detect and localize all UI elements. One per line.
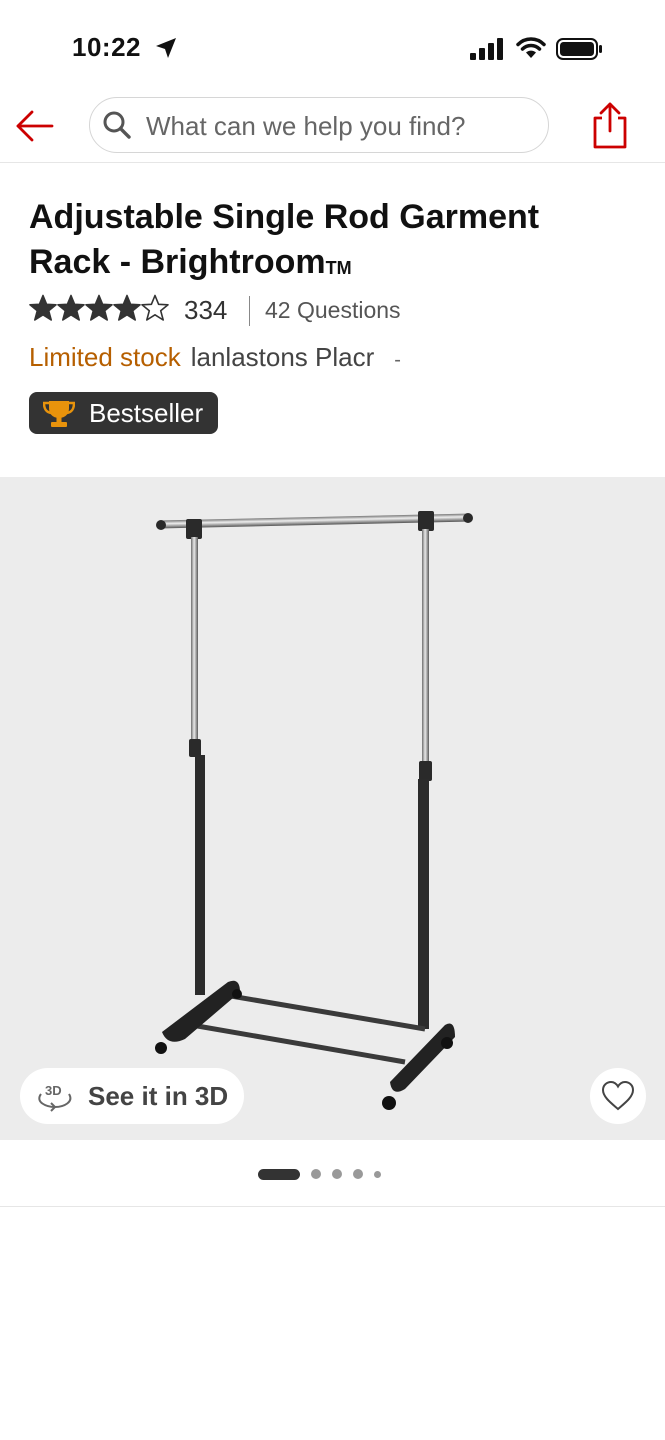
questions-link[interactable]: 42 Questions [265, 297, 401, 324]
stock-row: Limited stock lanlastons Placr - [29, 342, 649, 376]
svg-text:3D: 3D [45, 1083, 62, 1098]
wifi-icon [516, 37, 546, 58]
arrow-left-icon [16, 110, 54, 142]
badge-label: Bestseller [89, 397, 204, 428]
divider [249, 296, 250, 326]
star-filled-icon [57, 294, 85, 321]
product-image-gallery[interactable]: 3D See it in 3D [0, 477, 665, 1140]
rotate-3d-icon: 3D [38, 1083, 72, 1112]
star-filled-icon [85, 294, 113, 321]
bestseller-badge: Bestseller [29, 392, 219, 434]
battery-icon [556, 38, 602, 60]
status-time: 10:22 [72, 32, 141, 62]
pager-dots [258, 1168, 392, 1180]
search-icon [103, 111, 131, 139]
star-rating[interactable] [29, 294, 169, 322]
rating-count[interactable]: 334 [184, 295, 227, 326]
stock-status: Limited stock [29, 342, 181, 372]
store-name[interactable]: lanlastons Placr [191, 342, 375, 372]
back-button[interactable] [14, 104, 58, 148]
cellular-signal-icon [470, 38, 503, 60]
rating-row: 334 42 Questions [29, 294, 649, 330]
pager-dot[interactable] [374, 1170, 381, 1178]
star-filled-icon [29, 294, 57, 321]
product-title-text: Adjustable Single Rod Garment Rack - Bri… [29, 198, 540, 281]
heart-icon [601, 1080, 635, 1111]
see-in-3d-button[interactable]: 3D See it in 3D [20, 1068, 245, 1124]
store-suffix: - [394, 349, 401, 371]
product-title: Adjustable Single Rod Garment Rack - Bri… [29, 195, 629, 285]
location-arrow-icon [156, 38, 176, 58]
search-placeholder: What can we help you find? [146, 111, 466, 141]
pager-dot-active[interactable] [258, 1168, 300, 1180]
see-in-3d-label: See it in 3D [88, 1080, 229, 1111]
trademark: TM [325, 258, 352, 278]
trophy-icon [43, 401, 75, 427]
gallery-pager [0, 1140, 665, 1207]
nav-bar: What can we help you find? [0, 90, 665, 163]
pager-dot[interactable] [353, 1169, 363, 1179]
pager-dot[interactable] [332, 1169, 342, 1179]
star-filled-icon [113, 294, 141, 321]
pager-dot[interactable] [311, 1169, 321, 1179]
search-input[interactable]: What can we help you find? [89, 97, 549, 153]
star-empty-icon [141, 294, 169, 321]
share-button[interactable] [588, 100, 632, 150]
favorite-button[interactable] [590, 1068, 646, 1124]
product-image [155, 511, 473, 1110]
status-bar: 10:22 [0, 0, 665, 90]
share-icon [593, 102, 627, 149]
